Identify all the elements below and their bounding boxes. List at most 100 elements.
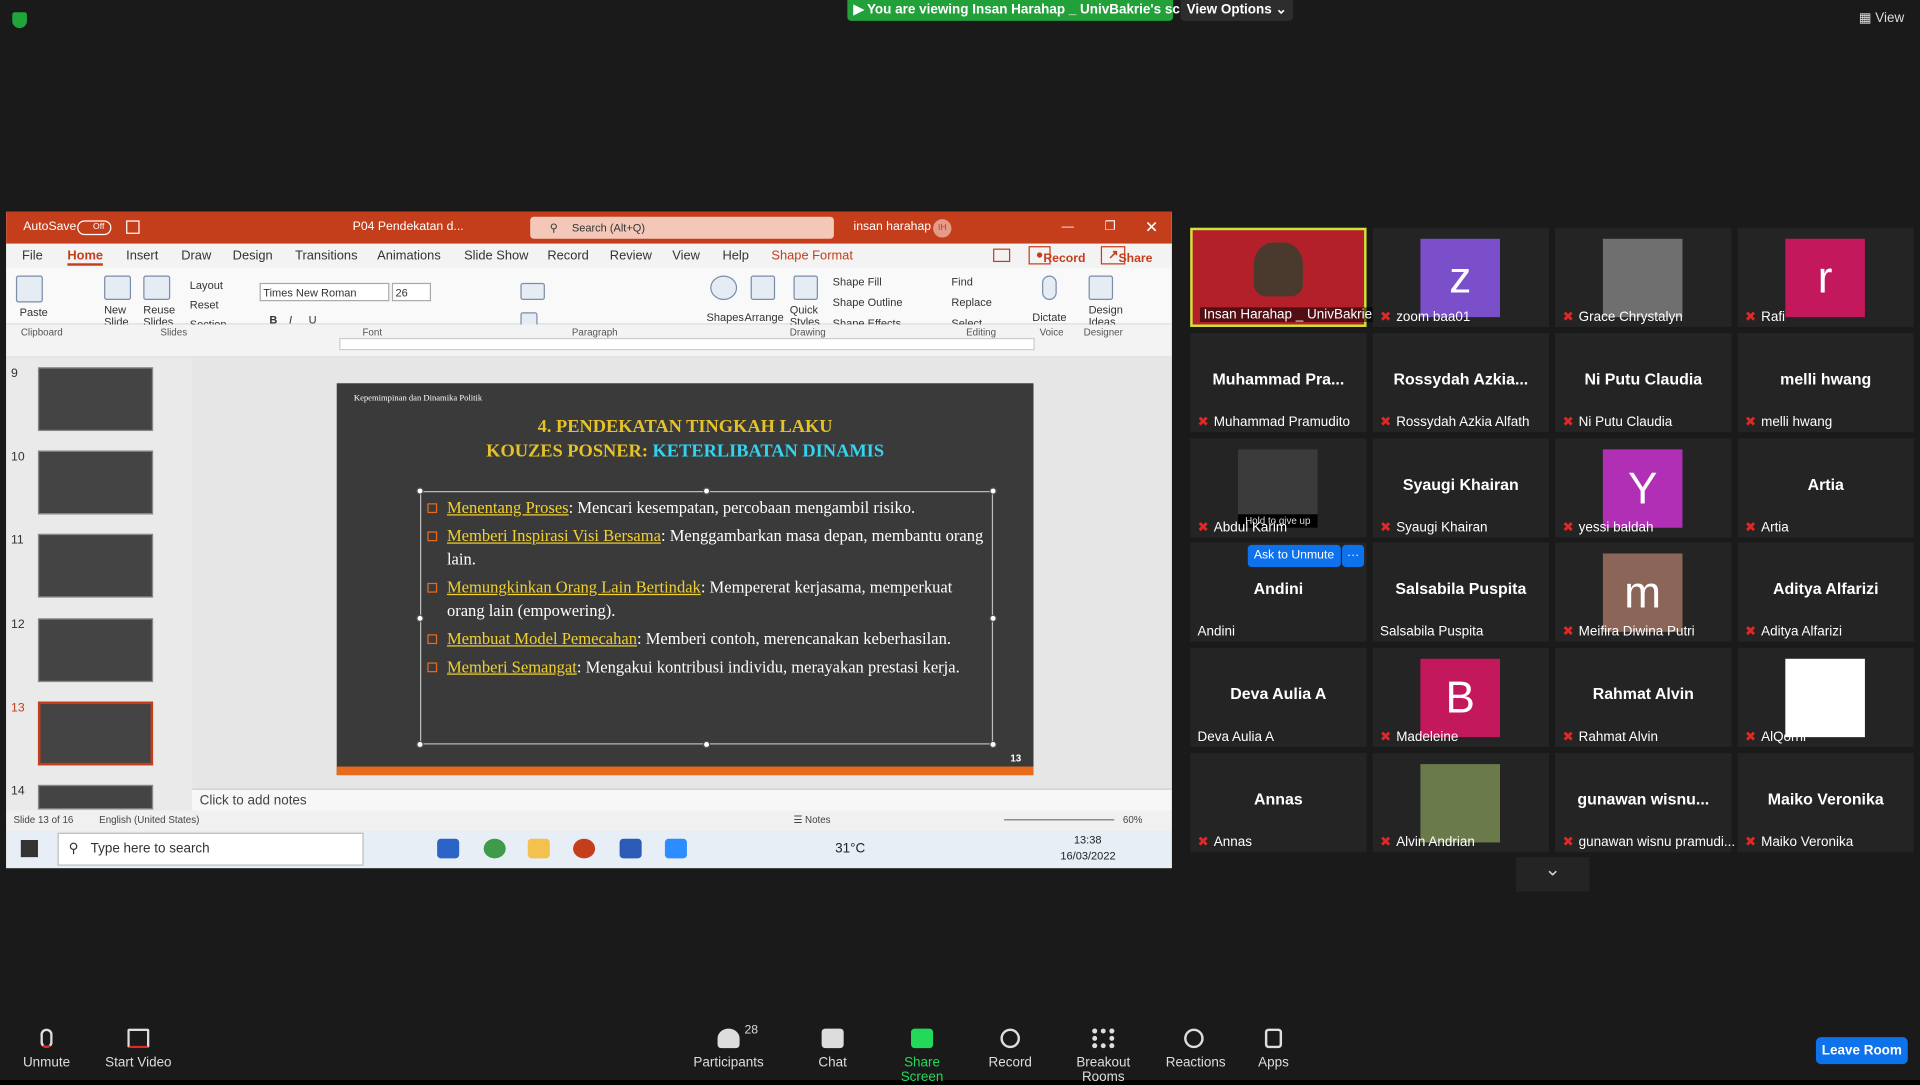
tab-shape-format[interactable]: Shape Format: [771, 249, 852, 264]
participant-tile[interactable]: Hold to give up ✖ Abdul Karim: [1190, 438, 1367, 538]
save-icon[interactable]: [126, 220, 140, 234]
participant-tile[interactable]: z ✖ zoom baa01: [1372, 227, 1549, 327]
windows-start-icon[interactable]: [20, 840, 38, 858]
tab-help[interactable]: Help: [722, 249, 748, 264]
font-size-select[interactable]: 26: [391, 282, 432, 302]
chat-button[interactable]: Chat: [813, 1028, 852, 1070]
participant-tile[interactable]: Artia ✖ Artia: [1737, 438, 1914, 538]
participant-tile[interactable]: Annas ✖ Annas: [1190, 753, 1367, 853]
participant-tile[interactable]: Andini Ask to Unmute ··· Andini: [1190, 542, 1367, 642]
file-name[interactable]: P04 Pendekatan d...: [353, 212, 464, 244]
notes-pane[interactable]: Click to add notes: [192, 788, 1172, 811]
resize-handle[interactable]: [702, 740, 711, 749]
bullet-item[interactable]: Memberi Semangat: Mengakui kontribusi in…: [425, 655, 988, 678]
zoom-level[interactable]: 60%: [1123, 811, 1143, 829]
replace-button[interactable]: Replace: [951, 296, 991, 308]
design-ideas-icon[interactable]: [1088, 275, 1114, 301]
participants-button[interactable]: Participants 28: [693, 1024, 764, 1071]
resize-handle[interactable]: [989, 614, 997, 623]
minimize-icon[interactable]: —: [1062, 212, 1074, 244]
slide-thumbnail[interactable]: [37, 784, 154, 810]
paste-label[interactable]: Paste: [20, 306, 48, 318]
participant-tile[interactable]: Ni Putu Claudia ✖ Ni Putu Claudia: [1555, 333, 1732, 433]
user-avatar[interactable]: IH: [933, 219, 952, 238]
microphone-icon[interactable]: [1042, 275, 1057, 301]
participant-tile[interactable]: Muhammad Pra... ✖ Muhammad Pramudito: [1190, 333, 1367, 433]
arrange-icon[interactable]: [750, 275, 776, 301]
weather-temp[interactable]: 31°C: [835, 841, 865, 856]
bullet-item[interactable]: Membuat Model Pemecahan: Memberi contoh,…: [425, 627, 988, 650]
shapes-label[interactable]: Shapes: [707, 311, 744, 323]
arrange-label[interactable]: Arrange: [744, 311, 783, 323]
search-box[interactable]: ⚲ Search (Alt+Q): [530, 216, 834, 239]
tab-insert[interactable]: Insert: [126, 249, 158, 264]
zoom-app-icon[interactable]: [664, 838, 687, 859]
clock-time[interactable]: 13:38: [1074, 834, 1102, 846]
participant-tile[interactable]: ✖ Grace Chrystalyn: [1555, 227, 1732, 327]
slide-thumbnails[interactable]: 9 10 11 12 13 14: [6, 357, 193, 811]
chevron-down-icon[interactable]: ⌄: [1515, 857, 1590, 892]
slide-thumbnail[interactable]: [37, 450, 154, 515]
tab-design[interactable]: Design: [233, 249, 273, 264]
unmute-button[interactable]: Unmute: [20, 1028, 74, 1070]
resize-handle[interactable]: [989, 740, 997, 749]
shared-screen[interactable]: AutoSave Off P04 Pendekatan d... ⚲ Search…: [6, 211, 1172, 869]
participant-tile[interactable]: ✖ Alvin Andrian: [1372, 753, 1549, 853]
record-button[interactable]: ● Record: [1028, 246, 1086, 266]
participant-tile[interactable]: Syaugi Khairan ✖ Syaugi Khairan: [1372, 438, 1549, 538]
bullet-item[interactable]: Memungkinkan Orang Lain Bertindak: Mempe…: [425, 576, 988, 623]
participant-tile[interactable]: Deva Aulia A Deva Aulia A: [1190, 647, 1367, 747]
bullets-icon[interactable]: [520, 282, 545, 301]
slide-thumbnail[interactable]: [37, 533, 154, 598]
slide-title-line1[interactable]: 4. PENDEKATAN TINGKAH LAKU: [337, 418, 1034, 439]
participant-tile[interactable]: gunawan wisnu... ✖ gunawan wisnu pramudi..…: [1555, 753, 1735, 853]
resize-handle[interactable]: [989, 487, 997, 495]
participant-tile[interactable]: melli hwang ✖ melli hwang: [1737, 333, 1914, 433]
bullet-item[interactable]: Memberi Inspirasi Visi Bersama: Menggamb…: [425, 524, 988, 571]
new-slide-icon[interactable]: [104, 275, 132, 301]
slide-thumbnail-active[interactable]: [37, 701, 154, 766]
resize-handle[interactable]: [416, 740, 424, 749]
participant-tile[interactable]: Salsabila Puspita Salsabila Puspita: [1372, 542, 1549, 642]
layout-button[interactable]: Layout: [190, 279, 223, 291]
more-options-button[interactable]: ···: [1342, 544, 1365, 567]
tab-animations[interactable]: Animations: [377, 249, 441, 264]
quick-styles-icon[interactable]: [793, 275, 818, 301]
participant-tile[interactable]: m ✖ Meifira Diwina Putri: [1555, 542, 1732, 642]
tab-record[interactable]: Record: [547, 249, 588, 264]
paste-icon[interactable]: [15, 275, 43, 303]
participant-tile[interactable]: Y ✖ yessi baldah: [1555, 438, 1732, 538]
share-screen-button[interactable]: Share Screen: [884, 1028, 960, 1085]
tab-view[interactable]: View: [672, 249, 700, 264]
store-icon[interactable]: [437, 838, 460, 859]
participant-tile[interactable]: Insan Harahap _ UnivBakrie: [1190, 227, 1376, 327]
tab-transitions[interactable]: Transitions: [295, 249, 357, 264]
apps-button[interactable]: Apps: [1256, 1028, 1290, 1070]
participant-tile[interactable]: Aditya Alfarizi ✖ Aditya Alfarizi: [1737, 542, 1914, 642]
resize-handle[interactable]: [702, 487, 711, 495]
participant-tile[interactable]: B ✖ Madeleine: [1372, 647, 1549, 747]
start-video-button[interactable]: Start Video: [104, 1028, 173, 1070]
resize-handle[interactable]: [416, 614, 424, 623]
share-button[interactable]: ↗ Share: [1100, 246, 1152, 266]
bullet-item[interactable]: Menentang Proses: Mencari kesempatan, pe…: [425, 496, 988, 519]
slide-canvas[interactable]: Kepemimpinan dan Dinamika Politik 4. PEN…: [336, 383, 1034, 776]
word-icon[interactable]: [619, 838, 642, 859]
participant-tile[interactable]: r ✖ Rafi: [1737, 227, 1914, 327]
restore-icon[interactable]: ❐: [1104, 212, 1115, 244]
file-explorer-icon[interactable]: [527, 838, 550, 859]
security-shield-icon[interactable]: [12, 12, 27, 29]
leave-room-button[interactable]: Leave Room: [1815, 1037, 1908, 1065]
taskbar-search[interactable]: ⚲ Type here to search: [57, 832, 364, 866]
clock-date[interactable]: 16/03/2022: [1060, 850, 1115, 862]
participant-tile[interactable]: Maiko Veronika ✖ Maiko Veronika: [1737, 753, 1914, 853]
participant-tile[interactable]: Rahmat Alvin ✖ Rahmat Alvin: [1555, 647, 1732, 747]
autosave-toggle[interactable]: Off: [77, 220, 112, 236]
view-options-button[interactable]: View Options ⌄: [1180, 0, 1294, 21]
dictate-label[interactable]: Dictate: [1032, 311, 1066, 323]
record-meeting-button[interactable]: Record: [987, 1028, 1034, 1070]
find-button[interactable]: Find: [951, 276, 972, 288]
slide-thumbnail[interactable]: [37, 618, 154, 683]
slide-thumbnail[interactable]: [37, 367, 154, 432]
tab-slide-show[interactable]: Slide Show: [464, 249, 528, 264]
